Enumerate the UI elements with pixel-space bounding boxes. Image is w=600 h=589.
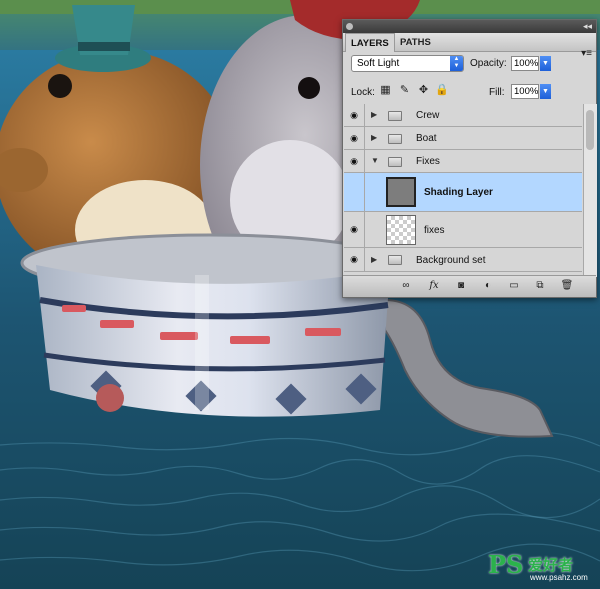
watermark-brand: PS xyxy=(488,550,524,579)
watermark-chinese: 爱好者 xyxy=(528,557,574,574)
layer-name: Fixes xyxy=(416,156,440,167)
panel-tabs: LAYERS PATHS ▾≡ xyxy=(343,33,596,59)
panel-menu-icon[interactable]: ▾≡ xyxy=(581,48,592,59)
scrollbar-thumb[interactable] xyxy=(586,110,594,150)
layer-thumbnail[interactable] xyxy=(386,215,416,245)
opacity-input[interactable]: 100% xyxy=(511,56,539,71)
panel-footer: ∞ fx ◙ ◐ ▭ ⧉ 🗑 xyxy=(343,275,596,297)
eye-icon[interactable]: ◉ xyxy=(344,127,365,149)
adjustment-layer-icon[interactable]: ◐ xyxy=(481,279,495,293)
add-mask-icon[interactable]: ◙ xyxy=(454,279,468,293)
layer-name: Shading Layer xyxy=(424,187,493,198)
lock-label: Lock: xyxy=(351,87,375,98)
layer-name: Background set xyxy=(416,255,486,266)
lock-all-icon[interactable]: 🔒 xyxy=(435,84,449,97)
opacity-label: Opacity: xyxy=(470,58,507,69)
blend-mode-value: Soft Light xyxy=(357,58,400,69)
link-layers-icon[interactable]: ∞ xyxy=(399,279,413,293)
eye-icon[interactable]: ◉ xyxy=(344,248,365,271)
blend-mode-select[interactable]: Soft Light ▲ ▼ xyxy=(351,55,464,72)
folder-icon xyxy=(388,134,402,144)
lock-position-icon[interactable]: ✥ xyxy=(417,84,430,97)
layer-row-fixes-group[interactable]: ◉ ▼ Fixes xyxy=(344,150,582,173)
folder-icon xyxy=(388,111,402,121)
site-watermark: PS 爱好者 www.psahz.com xyxy=(488,550,588,582)
eye-icon[interactable]: ◉ xyxy=(344,150,365,172)
expand-triangle-icon[interactable]: ▶ xyxy=(371,133,377,142)
new-layer-icon[interactable]: ⧉ xyxy=(533,279,547,293)
layer-style-fx-icon[interactable]: fx xyxy=(427,279,441,293)
folder-icon xyxy=(388,157,402,167)
new-group-icon[interactable]: ▭ xyxy=(507,279,521,293)
folder-icon xyxy=(388,255,402,265)
layers-list: ◉ ▶ Crew ◉ ▶ Boat ◉ ▼ Fixes Shading Laye… xyxy=(344,104,582,277)
layer-row-boat[interactable]: ◉ ▶ Boat xyxy=(344,127,582,150)
collapse-triangle-icon[interactable]: ▼ xyxy=(371,156,379,165)
lock-image-pixels-icon[interactable]: ✎ xyxy=(398,84,411,97)
expand-triangle-icon[interactable]: ▶ xyxy=(371,255,377,264)
layer-name: Crew xyxy=(416,110,440,121)
layer-row-shading-layer[interactable]: Shading Layer xyxy=(344,173,582,212)
lock-transparent-pixels-icon[interactable]: ▦ xyxy=(379,84,392,97)
layer-row-fixes[interactable]: ◉ fixes xyxy=(344,212,582,248)
collapse-icon[interactable]: ◂◂ xyxy=(583,20,592,33)
delete-layer-icon[interactable]: 🗑 xyxy=(560,279,574,293)
panel-titlebar[interactable]: ◂◂ xyxy=(343,20,596,33)
expand-triangle-icon[interactable]: ▶ xyxy=(371,110,377,119)
layer-name: Boat xyxy=(416,133,437,144)
fill-input[interactable]: 100% xyxy=(511,84,539,99)
eye-icon[interactable]: ◉ xyxy=(344,104,365,126)
layer-row-crew[interactable]: ◉ ▶ Crew xyxy=(344,104,582,127)
tab-layers[interactable]: LAYERS xyxy=(345,33,395,52)
layers-scrollbar[interactable] xyxy=(583,104,597,277)
eye-icon[interactable]: ◉ xyxy=(344,212,365,247)
fill-label: Fill: xyxy=(489,87,505,98)
layer-row-background-set[interactable]: ◉ ▶ Background set xyxy=(344,248,582,272)
layers-panel: ◂◂ LAYERS PATHS ▾≡ Soft Light ▲ ▼ Opacity… xyxy=(342,19,597,298)
eye-hidden-slot[interactable] xyxy=(344,173,365,211)
fill-dropdown-icon[interactable]: ▼ xyxy=(540,84,551,99)
layer-name: fixes xyxy=(424,225,445,236)
opacity-dropdown-icon[interactable]: ▼ xyxy=(540,56,551,71)
watermark-url: www.psahz.com xyxy=(530,573,588,582)
tab-paths[interactable]: PATHS xyxy=(395,33,436,51)
updown-arrows-icon: ▲ ▼ xyxy=(450,56,463,71)
close-icon[interactable] xyxy=(346,23,353,30)
layer-thumbnail[interactable] xyxy=(386,177,416,207)
